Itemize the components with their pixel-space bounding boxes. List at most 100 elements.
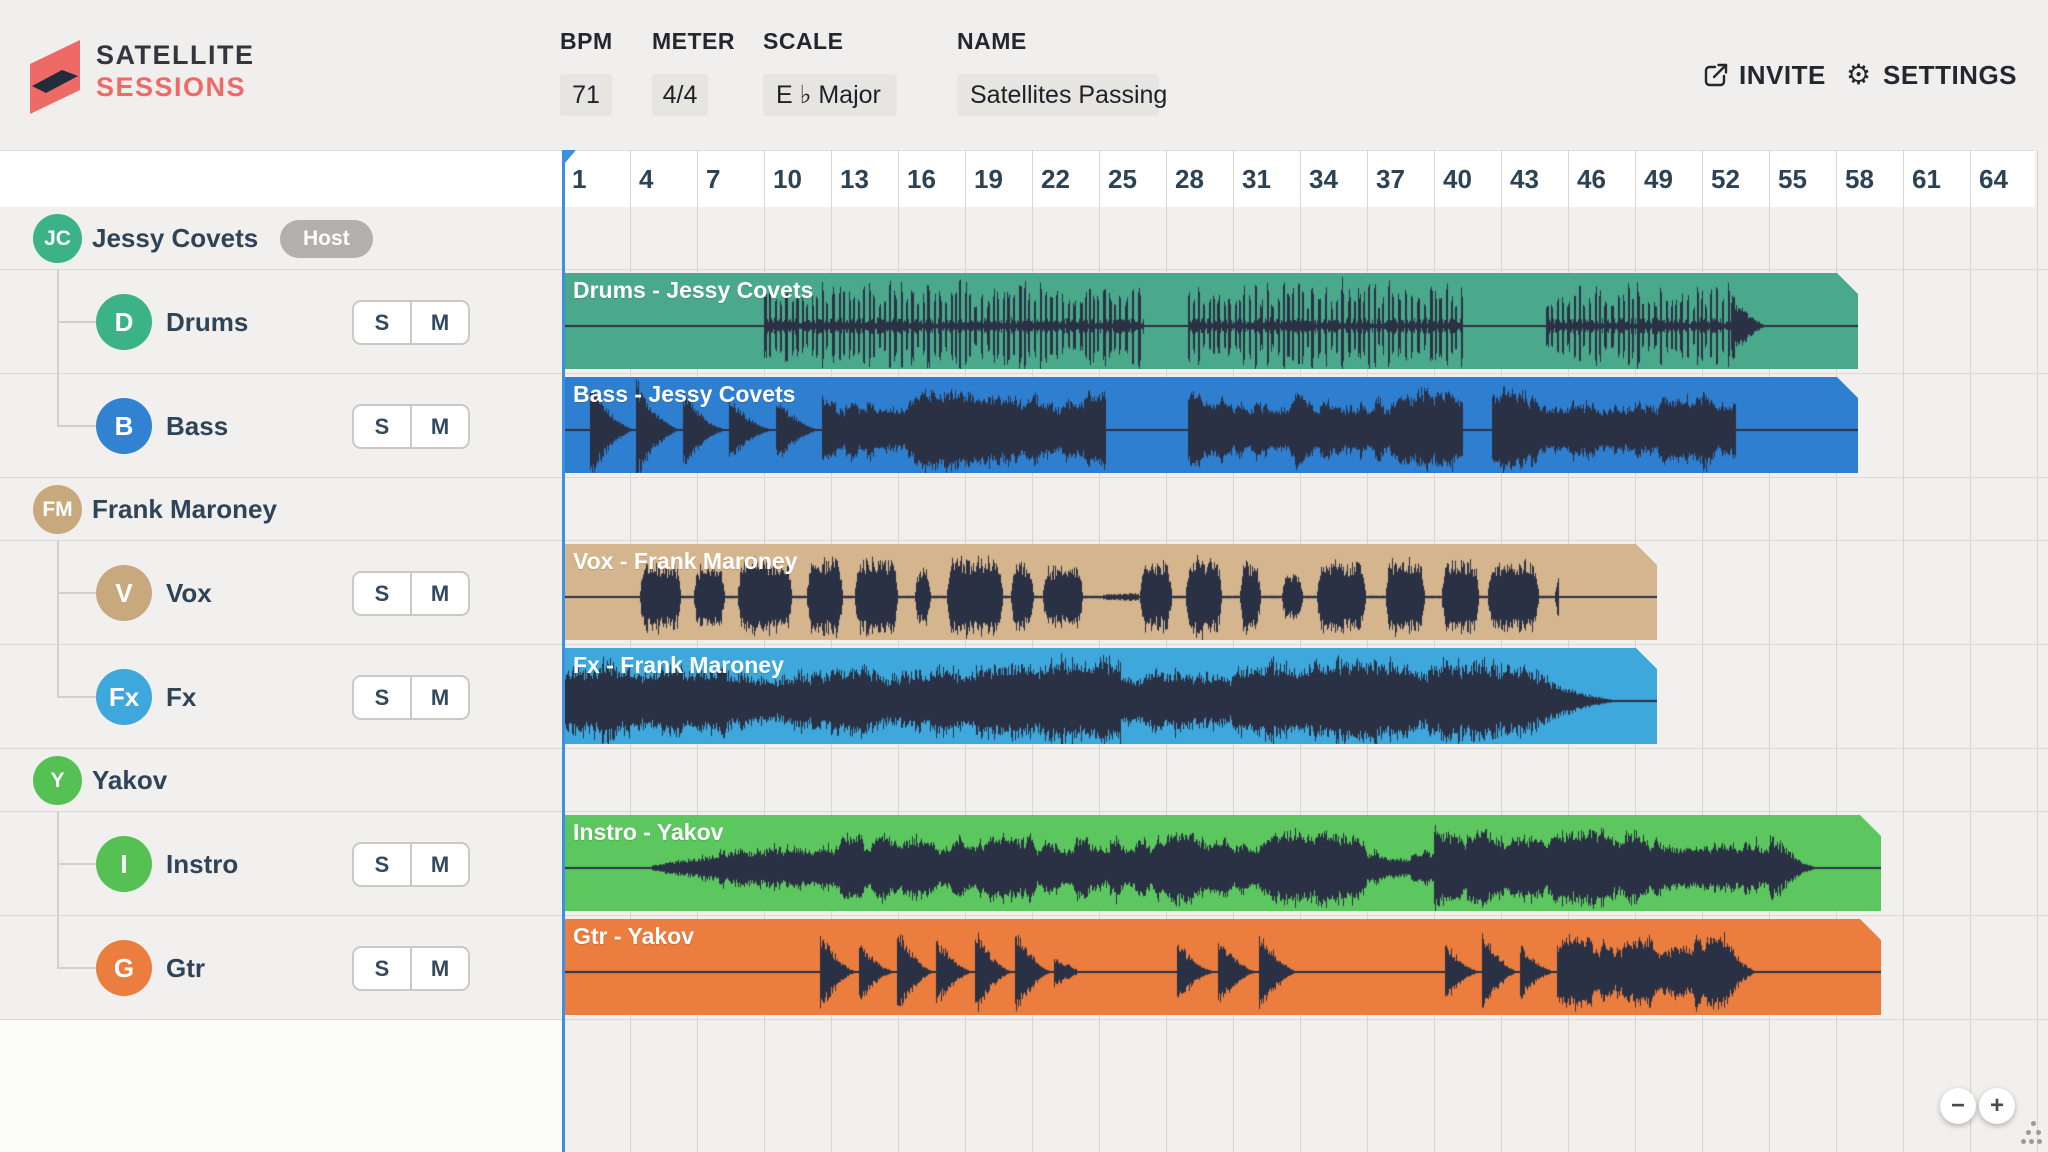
mute-button[interactable]: M [410,948,468,989]
ruler-label: 34 [1309,151,1338,208]
brand-line-1: SATELLITE [96,40,255,72]
track-name: Drums [166,270,248,374]
user-avatar: JC [33,214,82,263]
ruler-label: 55 [1778,151,1807,208]
solo-mute-group: S M [352,946,470,991]
field-value-box[interactable]: 71 [560,74,612,116]
host-badge: Host [280,220,373,258]
audio-clip[interactable]: Bass - Jessy Covets [563,377,1858,473]
ruler-label: 25 [1108,151,1137,208]
clip-label: Drums - Jessy Covets [573,277,813,304]
user-avatar: Y [33,756,82,805]
zoom-out-button[interactable]: − [1940,1088,1976,1124]
mute-button[interactable]: M [410,573,468,614]
waveform-canvas [563,815,1881,911]
ruler-label: 43 [1510,151,1539,208]
solo-button[interactable]: S [354,302,410,343]
solo-button[interactable]: S [354,573,410,614]
waveform-canvas [563,919,1881,1015]
gear-icon: ⚙ [1846,61,1874,89]
brand-line-2: SESSIONS [96,72,255,104]
ruler-label: 31 [1242,151,1271,208]
field-label: BPM [560,28,613,55]
app-root: SATELLITE SESSIONS BPM 71 METER 4/4 SCAL… [0,0,2048,1152]
audio-clip[interactable]: Drums - Jessy Covets [563,273,1858,369]
brand-wordmark: SATELLITE SESSIONS [96,40,255,104]
playhead[interactable] [562,150,565,1152]
track-avatar: V [96,565,152,621]
field-label: METER [652,28,735,55]
ruler-label: 61 [1912,151,1941,208]
field-label: SCALE [763,28,843,55]
solo-button[interactable]: S [354,844,410,885]
header: SATELLITE SESSIONS BPM 71 METER 4/4 SCAL… [0,0,2048,150]
playhead-flag-icon [565,150,576,163]
clip-label: Bass - Jessy Covets [573,381,795,408]
field-value-box[interactable]: E ♭ Major [763,74,897,116]
ruler-label: 40 [1443,151,1472,208]
track-avatar: D [96,294,152,350]
grip-dot [2037,1139,2042,1144]
zoom-in-button[interactable]: + [1979,1088,2015,1124]
track-name: Fx [166,645,196,749]
track-avatar: Fx [96,669,152,725]
tree-connector-vertical [57,645,59,697]
clip-label: Gtr - Yakov [573,923,694,950]
ruler-label: 64 [1979,151,2008,208]
ruler-label: 52 [1711,151,1740,208]
mute-button[interactable]: M [410,406,468,447]
plus-icon: + [1990,1094,2004,1118]
solo-mute-group: S M [352,571,470,616]
clip-label: Fx - Frank Maroney [573,652,784,679]
user-name: Yakov [92,749,167,812]
mute-button[interactable]: M [410,844,468,885]
track-name: Bass [166,374,228,478]
ruler-label: 19 [974,151,1003,208]
resize-grip[interactable] [2018,1118,2046,1146]
invite-button[interactable]: INVITE [1702,56,1826,94]
minus-icon: − [1951,1094,1965,1118]
grip-dot [2026,1130,2031,1135]
settings-button[interactable]: ⚙ SETTINGS [1846,56,2017,94]
ruler-label: 58 [1845,151,1874,208]
header-field: NAME Satellites Passing [957,28,1027,55]
track-name: Vox [166,541,212,645]
user-name: Jessy Covets [92,207,258,270]
header-field: SCALE E ♭ Major [763,28,843,55]
clip-label: Vox - Frank Maroney [573,548,798,575]
field-value-box[interactable]: Satellites Passing [957,74,1159,116]
solo-mute-group: S M [352,842,470,887]
track-name: Instro [166,812,238,916]
header-field: METER 4/4 [652,28,735,55]
solo-mute-group: S M [352,300,470,345]
solo-button[interactable]: S [354,406,410,447]
audio-clip[interactable]: Instro - Yakov [563,815,1881,911]
app-logo-icon [30,36,80,114]
solo-mute-group: S M [352,675,470,720]
ruler-label: 28 [1175,151,1204,208]
grip-dot [2021,1139,2026,1144]
audio-clip[interactable]: Vox - Frank Maroney [563,544,1657,640]
ruler-label: 16 [907,151,936,208]
user-name: Frank Maroney [92,478,277,541]
field-label: NAME [957,28,1027,55]
grip-dot [2031,1121,2036,1126]
solo-button[interactable]: S [354,677,410,718]
ruler-label: 7 [706,151,720,208]
audio-clip[interactable]: Fx - Frank Maroney [563,648,1657,744]
user-row: JC Jessy Covets Host [0,207,2048,270]
mute-button[interactable]: M [410,677,468,718]
settings-label: SETTINGS [1883,60,2017,91]
header-field: BPM 71 [560,28,613,55]
mute-button[interactable]: M [410,302,468,343]
audio-clip[interactable]: Gtr - Yakov [563,919,1881,1015]
ruler-label: 46 [1577,151,1606,208]
track-avatar: B [96,398,152,454]
ruler-label: 49 [1644,151,1673,208]
user-row: FM Frank Maroney [0,478,2048,541]
field-value-box[interactable]: 4/4 [652,74,708,116]
solo-mute-group: S M [352,404,470,449]
user-avatar: FM [33,485,82,534]
timeline-ruler[interactable]: 1471013161922252831343740434649525558616… [0,150,2035,207]
solo-button[interactable]: S [354,948,410,989]
